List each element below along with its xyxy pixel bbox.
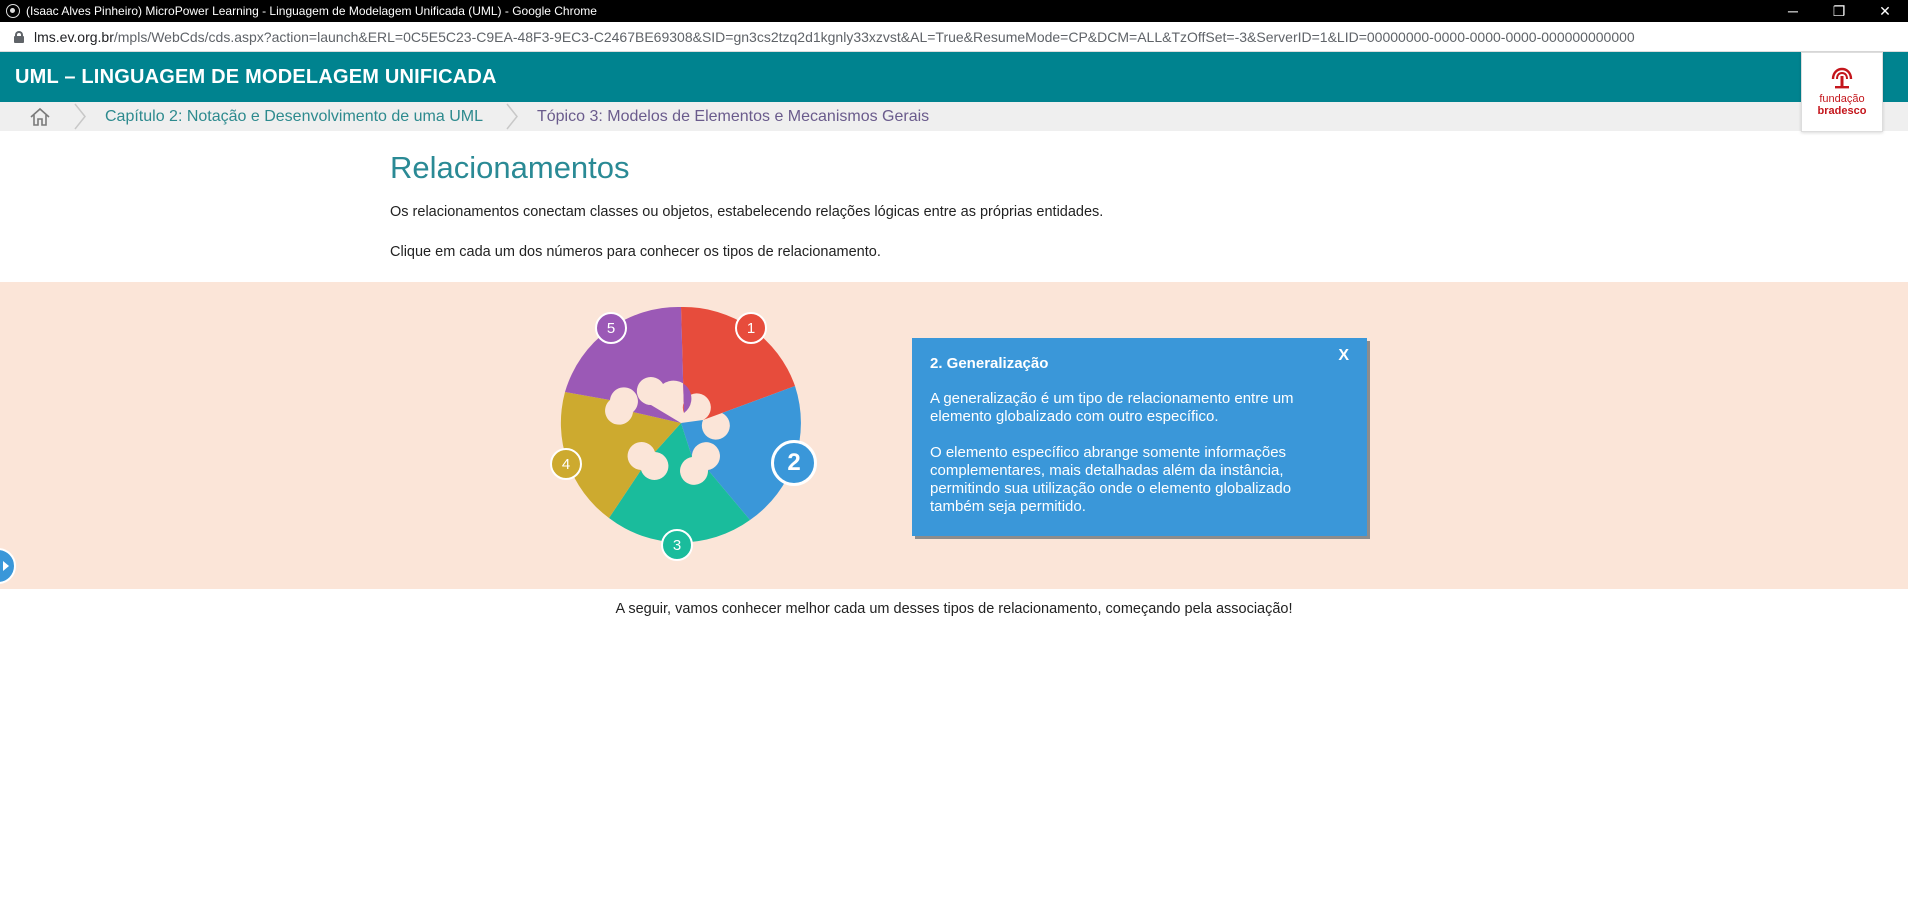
window-controls: ─ ❐ ✕ <box>1770 0 1908 22</box>
url-text[interactable]: lms.ev.org.br/mpls/WebCds/cds.aspx?actio… <box>34 29 1635 45</box>
generalizacao-popup: X 2. Generalização A generalização é um … <box>912 338 1367 536</box>
close-popup-button[interactable]: X <box>1338 347 1349 365</box>
minimize-icon[interactable]: ─ <box>1770 0 1816 22</box>
address-bar[interactable]: lms.ev.org.br/mpls/WebCds/cds.aspx?actio… <box>0 22 1908 52</box>
puzzle-number-3[interactable]: 3 <box>661 529 693 561</box>
breadcrumb: Capítulo 2: Notação e Desenvolvimento de… <box>0 102 1908 131</box>
logo-line1: fundação <box>1819 93 1865 105</box>
puzzle-number-5[interactable]: 5 <box>595 312 627 344</box>
puzzle-number-2[interactable]: 2 <box>771 440 817 486</box>
logo-line2: bradesco <box>1817 105 1867 117</box>
footer-text: A seguir, vamos conhecer melhor cada um … <box>615 601 1293 617</box>
window-title: (Isaac Alves Pinheiro) MicroPower Learni… <box>26 4 597 18</box>
instruction-text: Clique em cada um dos números para conhe… <box>390 244 881 260</box>
popup-title: 2. Generalização <box>930 355 1049 372</box>
url-host: lms.ev.org.br <box>34 28 114 45</box>
puzzle-number-4[interactable]: 4 <box>550 448 582 480</box>
breadcrumb-chapter[interactable]: Capítulo 2: Notação e Desenvolvimento de… <box>105 108 483 126</box>
bradesco-tree-icon <box>1829 67 1855 89</box>
chrome-icon <box>6 4 20 18</box>
play-arrow-icon <box>3 561 9 571</box>
restore-icon[interactable]: ❐ <box>1816 0 1862 22</box>
popup-paragraph-2: O elemento específico abrange somente in… <box>930 444 1292 515</box>
logo-text: fundação bradesco <box>1818 93 1867 117</box>
intro-text: Os relacionamentos conectam classes ou o… <box>390 204 1104 220</box>
course-title: UML – LINGUAGEM DE MODELAGEM UNIFICADA <box>15 65 497 88</box>
breadcrumb-topic[interactable]: Tópico 3: Modelos de Elementos e Mecanis… <box>537 108 929 126</box>
chevron-right-icon <box>74 103 86 130</box>
page-title: Relacionamentos <box>390 150 630 185</box>
chevron-right-icon <box>506 103 518 130</box>
fundacao-bradesco-logo: fundação bradesco <box>1801 52 1883 132</box>
popup-paragraph-1: A generalização é um tipo de relacioname… <box>930 390 1294 425</box>
close-window-icon[interactable]: ✕ <box>1862 0 1908 22</box>
puzzle-wheel <box>553 300 823 565</box>
browser-title-bar: (Isaac Alves Pinheiro) MicroPower Learni… <box>0 0 1908 22</box>
url-path: /mpls/WebCds/cds.aspx?action=launch&ERL=… <box>113 28 1635 45</box>
course-header: UML – LINGUAGEM DE MODELAGEM UNIFICADA <box>0 52 1908 102</box>
lock-icon[interactable] <box>14 30 24 43</box>
puzzle-number-1[interactable]: 1 <box>735 312 767 344</box>
home-icon[interactable] <box>29 107 51 127</box>
puzzle-graphic <box>560 306 801 543</box>
